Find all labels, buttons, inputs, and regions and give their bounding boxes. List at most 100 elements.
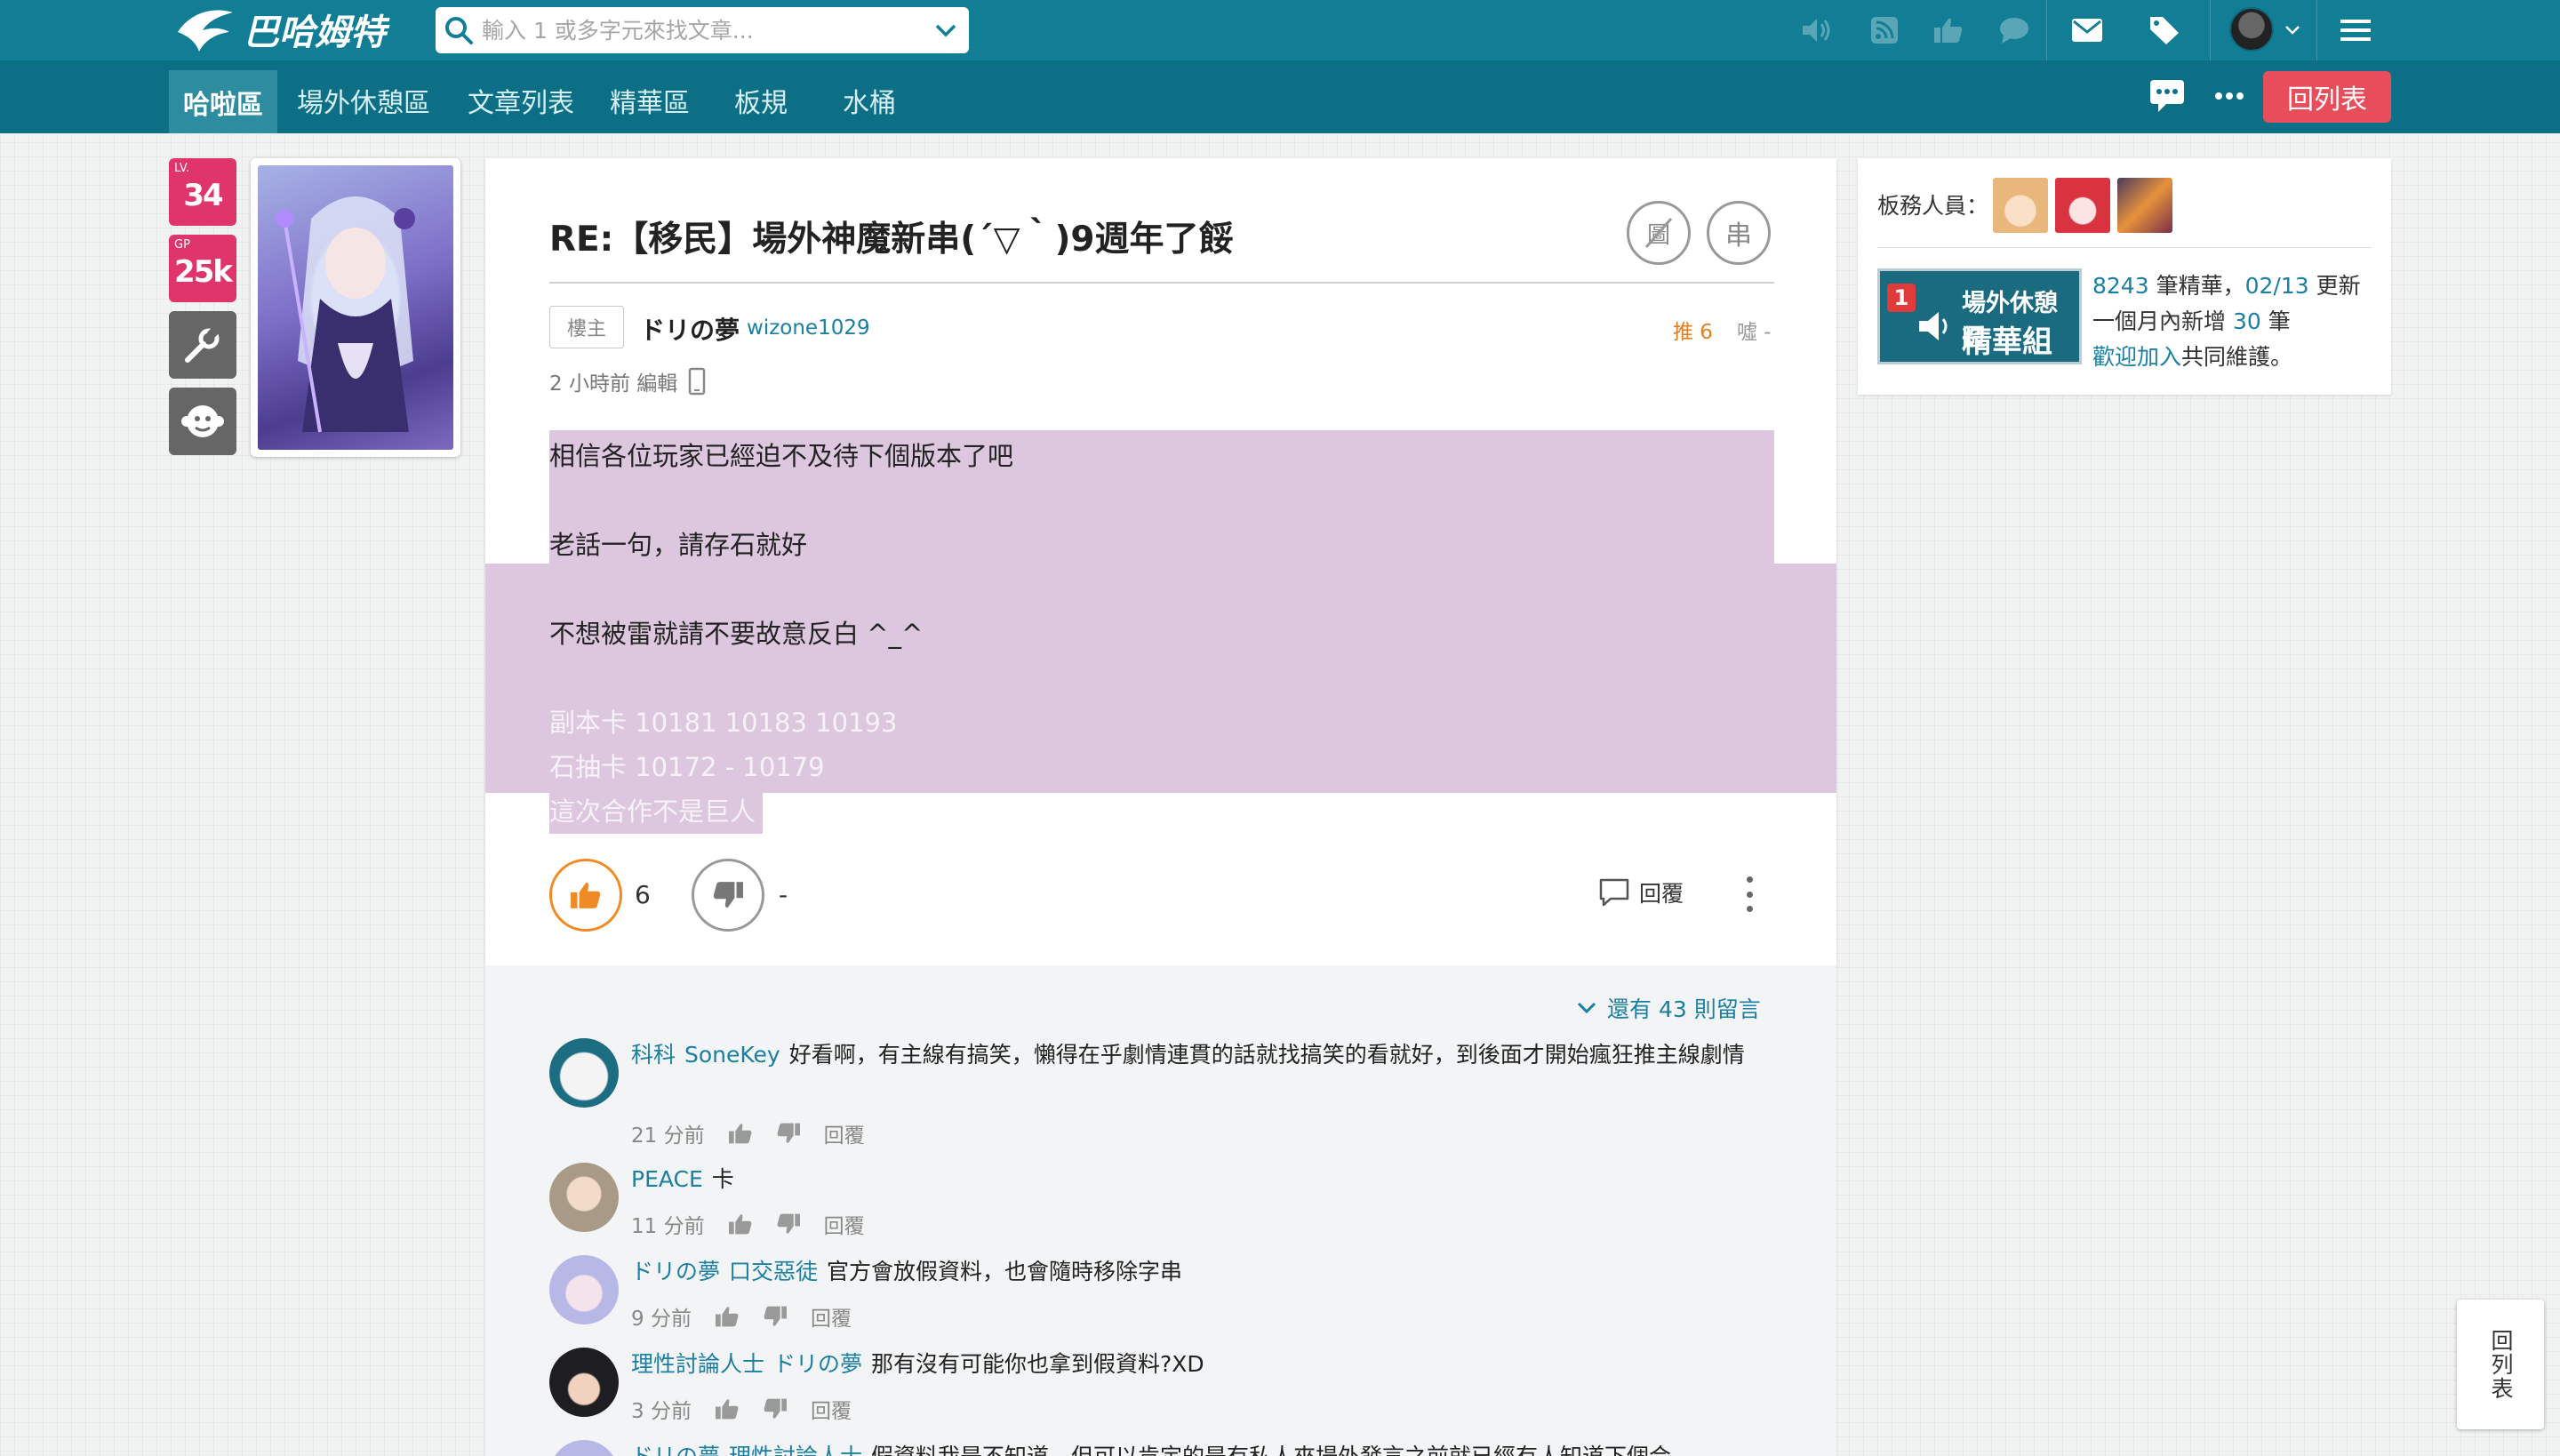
- user-avatar[interactable]: [2229, 7, 2274, 52]
- gp-count[interactable]: 推 6: [1673, 315, 1713, 345]
- post-body-line: 石抽卡 10172 - 10179: [549, 752, 825, 782]
- monkey-button[interactable]: [169, 388, 236, 455]
- commenter-avatar[interactable]: [549, 1163, 619, 1232]
- thumbs-up-icon[interactable]: [715, 1397, 740, 1420]
- mail-icon[interactable]: [2069, 12, 2105, 48]
- tab-hala[interactable]: 哈啦區: [169, 70, 277, 133]
- featured-count-suffix: 筆精華，: [2148, 273, 2245, 299]
- tab-article-list[interactable]: 文章列表: [468, 71, 574, 130]
- level-badge[interactable]: LV. 34: [169, 158, 236, 226]
- search-icon[interactable]: [436, 7, 482, 53]
- commenter-avatar[interactable]: [549, 1348, 619, 1417]
- comment-icon: [1599, 878, 1629, 907]
- join-link[interactable]: 歡迎加入: [2092, 344, 2181, 370]
- author-name[interactable]: ドリの夢: [640, 311, 740, 347]
- chat-bubble-icon[interactable]: [1996, 12, 2032, 48]
- commenter-name[interactable]: 理性討論人士: [631, 1351, 764, 1377]
- author-id[interactable]: wizone1029: [747, 316, 870, 340]
- tools-button[interactable]: [169, 311, 236, 379]
- thumbs-up-icon: [571, 883, 601, 908]
- tab-rules[interactable]: 板規: [734, 71, 788, 130]
- search-box: [436, 7, 969, 53]
- dragon-logo-icon: [178, 10, 233, 52]
- moderator-avatar[interactable]: [2055, 178, 2110, 233]
- commenter-name[interactable]: PEACE: [631, 1166, 703, 1192]
- commenter-name[interactable]: ドリの夢: [631, 1444, 720, 1456]
- like-count: 6: [635, 880, 651, 909]
- comment-dots-icon[interactable]: [2149, 78, 2185, 114]
- comment-reply-button[interactable]: 回覆: [811, 1301, 852, 1332]
- show-more-comments[interactable]: 還有 43 則留言: [1577, 992, 1761, 1024]
- moderator-avatar[interactable]: [1993, 178, 2048, 233]
- comment-time: 3 分前: [631, 1400, 692, 1423]
- board-nav: 哈啦區 場外休憩區 文章列表 精華區 板規 水桶 回列表: [0, 60, 2560, 133]
- return-to-list-button[interactable]: 回列表: [2263, 71, 2391, 123]
- featured-count: 8243: [2092, 273, 2149, 299]
- wrench-icon: [185, 325, 220, 363]
- commenter-name[interactable]: 科科: [631, 1042, 676, 1068]
- chevron-down-icon[interactable]: [923, 23, 969, 37]
- month-suffix: 筆: [2260, 308, 2291, 334]
- featured-group-banner[interactable]: 1 場外休憩區 精華組: [1877, 268, 2082, 364]
- toggle-images-button[interactable]: 圖: [1627, 201, 1691, 265]
- comment-mention[interactable]: ドリの夢: [773, 1351, 862, 1377]
- comment-body: 假資料我是不知道，但可以肯定的是有私人來場外發言之前就已經有人知道下個合: [871, 1444, 1671, 1456]
- commenter-avatar[interactable]: [549, 1255, 619, 1324]
- comment-time: 11 分前: [631, 1215, 705, 1238]
- gp-value: 25k: [174, 254, 233, 290]
- floating-return-button[interactable]: 回列表: [2457, 1300, 2544, 1429]
- comment-reply-button[interactable]: 回覆: [824, 1118, 865, 1148]
- gp-badge[interactable]: GP 25k: [169, 235, 236, 302]
- thumbs-down-icon[interactable]: [776, 1212, 801, 1236]
- owner-tag: 樓主: [549, 306, 624, 348]
- commenter-avatar[interactable]: [549, 1038, 619, 1108]
- divider: [2046, 0, 2047, 60]
- divider: [549, 282, 1774, 284]
- comment-mention[interactable]: 理性討論人士: [729, 1444, 862, 1456]
- reply-button[interactable]: 回覆: [1598, 876, 1684, 908]
- thread-mode-button[interactable]: 串: [1707, 201, 1771, 265]
- comment-text: PEACE 卡: [631, 1163, 1769, 1196]
- bp-count[interactable]: 噓 -: [1737, 315, 1772, 345]
- chevron-down-icon[interactable]: [2281, 12, 2304, 48]
- featured-count-line: 8243 筆精華，02/13 更新: [2092, 268, 2361, 304]
- comment-footer: 21 分前 回覆: [631, 1118, 865, 1148]
- no-image-icon: 圖: [1641, 215, 1676, 251]
- commenter-name[interactable]: ドリの夢: [631, 1259, 720, 1284]
- level-value: 34: [183, 178, 223, 213]
- thumbs-up-icon[interactable]: [728, 1212, 753, 1236]
- month-count: 30: [2232, 308, 2261, 334]
- thumbs-down-icon[interactable]: [763, 1305, 788, 1328]
- more-vertical-icon[interactable]: [1740, 876, 1758, 912]
- tab-featured[interactable]: 精華區: [610, 71, 690, 130]
- comment-body: 官方會放假資料，也會隨時移除字串: [827, 1259, 1183, 1284]
- thumbs-down-icon[interactable]: [776, 1122, 801, 1145]
- comment-mention[interactable]: SoneKey: [684, 1042, 780, 1068]
- rss-icon[interactable]: [1867, 12, 1902, 48]
- tab-bucket[interactable]: 水桶: [843, 71, 896, 130]
- hamburger-menu-icon[interactable]: [2338, 12, 2373, 48]
- megaphone-icon: [1919, 312, 1948, 340]
- site-logo[interactable]: 巴哈姆特: [174, 4, 396, 55]
- post-meta: 2 小時前 編輯: [549, 366, 706, 396]
- like-button[interactable]: [549, 859, 622, 932]
- search-input[interactable]: [482, 12, 923, 48]
- author-avatar-card[interactable]: [251, 158, 460, 457]
- commenter-avatar[interactable]: [549, 1440, 619, 1456]
- post-container: RE:【移民】場外神魔新串(´▽｀)9週年了餒 圖 串 樓主 ドリの夢 wizo…: [485, 158, 1836, 1456]
- thumbs-up-icon[interactable]: [1931, 12, 1966, 48]
- dislike-button[interactable]: [692, 859, 764, 932]
- thumbs-up-icon[interactable]: [728, 1122, 753, 1145]
- tags-icon[interactable]: [2148, 12, 2183, 48]
- more-horizontal-icon[interactable]: [2212, 78, 2247, 114]
- dislike-count: -: [779, 880, 788, 909]
- comment-reply-button[interactable]: 回覆: [811, 1394, 852, 1424]
- tab-outside-lounge[interactable]: 場外休憩區: [297, 71, 430, 130]
- comment-reply-button[interactable]: 回覆: [824, 1209, 865, 1239]
- moderator-avatar[interactable]: [2117, 178, 2172, 233]
- comment-time: 9 分前: [631, 1308, 692, 1331]
- thumbs-up-icon[interactable]: [715, 1305, 740, 1328]
- comment-mention[interactable]: 口交惡徒: [729, 1259, 818, 1284]
- volume-icon[interactable]: [1799, 12, 1835, 48]
- thumbs-down-icon[interactable]: [763, 1397, 788, 1420]
